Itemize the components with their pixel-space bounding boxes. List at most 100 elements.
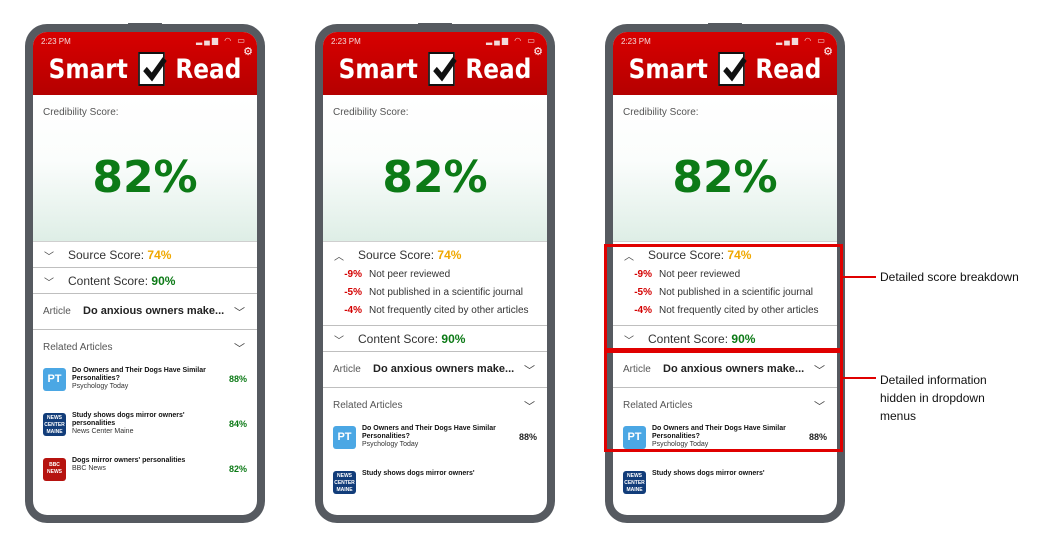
breakdown-item: -9% Not peer reviewed	[323, 268, 547, 281]
logo-text-right: Read	[175, 53, 242, 85]
phone-mockup-1: 2:23 PM ▂▄▆ ◠ ▭ ⚙ Smart Read Credibility…	[25, 23, 265, 523]
psychology-today-logo: PT	[43, 368, 66, 391]
penalty-reason: Not frequently cited by other articles	[369, 305, 529, 316]
related-article-source: BBC News	[72, 465, 106, 472]
app-header: 2:23 PM ▂▄▆ ◠ ▭ ⚙ Smart Read	[323, 32, 547, 95]
phone-mockup-2: 2:23 PM ▂▄▆ ◠ ▭ ⚙ Smart Read Credibility…	[315, 23, 555, 523]
related-article-item[interactable]: NEWS CENTER MAINE Study shows dogs mirro…	[613, 467, 837, 512]
chevron-down-icon: ﹀	[524, 401, 535, 413]
related-article-score: 84%	[228, 419, 247, 429]
bbc-news-logo: BBC NEWS	[43, 458, 66, 481]
related-articles-dropdown[interactable]: Related Articles ﹀	[33, 330, 257, 364]
gear-icon[interactable]: ⚙	[533, 45, 543, 58]
credibility-panel: Credibility Score: 82%	[613, 95, 837, 242]
penalty-value: -4%	[344, 305, 362, 316]
source-score-expanded: ︿ Source Score: 74% -9% Not peer reviewed…	[323, 242, 547, 326]
logo-text-left: Smart	[628, 53, 708, 85]
status-time: 2:23 PM	[331, 37, 361, 46]
article-dropdown[interactable]: Article Do anxious owners make... ﹀	[33, 294, 257, 330]
status-time: 2:23 PM	[621, 37, 651, 46]
penalty-reason: Not peer reviewed	[369, 269, 451, 280]
status-icons: ▂▄▆ ◠ ▭	[776, 36, 827, 45]
status-bar: 2:23 PM ▂▄▆ ◠ ▭	[33, 35, 257, 47]
related-articles-label: Related Articles	[43, 342, 113, 353]
related-article-score: 82%	[228, 464, 247, 474]
article-title: Do anxious owners make...	[83, 305, 225, 317]
news-center-maine-logo: NEWS CENTER MAINE	[333, 471, 356, 494]
chevron-down-icon: ﹀	[44, 278, 54, 289]
logo-text-right: Read	[755, 53, 822, 85]
source-score-dropdown[interactable]: ﹀ Source Score: 74%	[33, 242, 257, 268]
source-score-dropdown[interactable]: ︿ Source Score: 74%	[323, 242, 547, 268]
related-article-source: Psychology Today	[362, 441, 419, 448]
related-article-title: Do Owners and Their Dogs Have Similar Pe…	[72, 367, 206, 382]
content-score-label: Content Score:	[358, 332, 439, 346]
logo-text-left: Smart	[338, 53, 418, 85]
content-score-dropdown[interactable]: ﹀ Content Score: 90%	[33, 268, 257, 294]
checkmark-icon	[718, 52, 747, 86]
phone-notch	[128, 23, 162, 32]
checkmark-icon	[138, 52, 167, 86]
article-dropdown[interactable]: Article Do anxious owners make... ﹀	[323, 352, 547, 388]
app-header: 2:23 PM ▂▄▆ ◠ ▭ ⚙ Smart Read	[613, 32, 837, 95]
news-center-maine-logo: NEWS CENTER MAINE	[43, 413, 66, 436]
related-article-source: News Center Maine	[72, 428, 134, 435]
penalty-value: -5%	[344, 287, 362, 298]
breakdown-annotation: Detailed score breakdown	[880, 270, 1019, 284]
related-article-title: Dogs mirror owners' personalities	[72, 457, 186, 464]
breakdown-item: -5% Not published in a scientific journal	[323, 286, 547, 299]
credibility-score: 82%	[382, 152, 488, 203]
phone-screen: 2:23 PM ▂▄▆ ◠ ▭ ⚙ Smart Read Credibility…	[323, 32, 547, 515]
dropdown-annotation: Detailed information hidden in dropdown …	[880, 373, 987, 423]
status-icons: ▂▄▆ ◠ ▭	[196, 36, 247, 45]
phone-notch	[708, 23, 742, 32]
article-label: Article	[333, 364, 361, 375]
related-article-item[interactable]: BBC NEWS Dogs mirror owners' personaliti…	[33, 454, 257, 499]
status-bar: 2:23 PM ▂▄▆ ◠ ▭	[323, 35, 547, 47]
related-articles-dropdown[interactable]: Related Articles ﹀	[323, 388, 547, 422]
breakdown-leader-line	[843, 276, 876, 278]
breakdown-item: -4% Not frequently cited by other article…	[323, 304, 547, 317]
content-score-value: 90%	[151, 274, 176, 288]
related-article-item[interactable]: NEWS CENTER MAINE Study shows dogs mirro…	[33, 409, 257, 454]
credibility-panel: Credibility Score: 82%	[33, 95, 257, 242]
status-icons: ▂▄▆ ◠ ▭	[486, 36, 537, 45]
related-article-item[interactable]: PT Do Owners and Their Dogs Have Similar…	[323, 422, 547, 467]
checkmark-icon	[428, 52, 457, 86]
chevron-down-icon: ﹀	[44, 252, 54, 263]
credibility-label: Credibility Score:	[333, 107, 409, 118]
logo-text-left: Smart	[48, 53, 128, 85]
app-header: 2:23 PM ▂▄▆ ◠ ▭ ⚙ Smart Read	[33, 32, 257, 95]
related-article-item[interactable]: PT Do Owners and Their Dogs Have Similar…	[33, 364, 257, 409]
article-label: Article	[43, 306, 71, 317]
credibility-label: Credibility Score:	[623, 107, 699, 118]
content-score-label: Content Score:	[68, 274, 149, 288]
related-article-title: Study shows dogs mirror owners'	[652, 470, 765, 477]
gear-icon[interactable]: ⚙	[823, 45, 833, 58]
chevron-down-icon: ﹀	[234, 307, 245, 319]
chevron-down-icon: ﹀	[234, 343, 245, 355]
phone-screen: 2:23 PM ▂▄▆ ◠ ▭ ⚙ Smart Read Credibility…	[33, 32, 257, 515]
credibility-score: 82%	[672, 152, 778, 203]
penalty-value: -9%	[344, 269, 362, 280]
gear-icon[interactable]: ⚙	[243, 45, 253, 58]
app-logo: Smart Read	[338, 49, 531, 89]
related-articles-label: Related Articles	[333, 400, 403, 411]
source-score-label: Source Score:	[68, 248, 145, 262]
chevron-up-icon: ︿	[334, 252, 344, 263]
chevron-down-icon: ﹀	[334, 336, 344, 347]
related-article-title: Do Owners and Their Dogs Have Similar Pe…	[362, 425, 496, 440]
credibility-panel: Credibility Score: 82%	[323, 95, 547, 242]
content-score-value: 90%	[441, 332, 466, 346]
related-article-item[interactable]: NEWS CENTER MAINE Study shows dogs mirro…	[323, 467, 547, 512]
app-logo: Smart Read	[49, 49, 242, 89]
related-article-title: Study shows dogs mirror owners'	[362, 470, 475, 477]
status-time: 2:23 PM	[41, 37, 71, 46]
related-article-score: 88%	[228, 374, 247, 384]
dropdown-leader-line	[843, 377, 876, 379]
psychology-today-logo: PT	[333, 426, 356, 449]
dropdown-callout-box	[604, 350, 843, 452]
related-article-score: 88%	[518, 432, 537, 442]
content-score-dropdown[interactable]: ﹀ Content Score: 90%	[323, 326, 547, 352]
related-article-source: Psychology Today	[72, 383, 129, 390]
